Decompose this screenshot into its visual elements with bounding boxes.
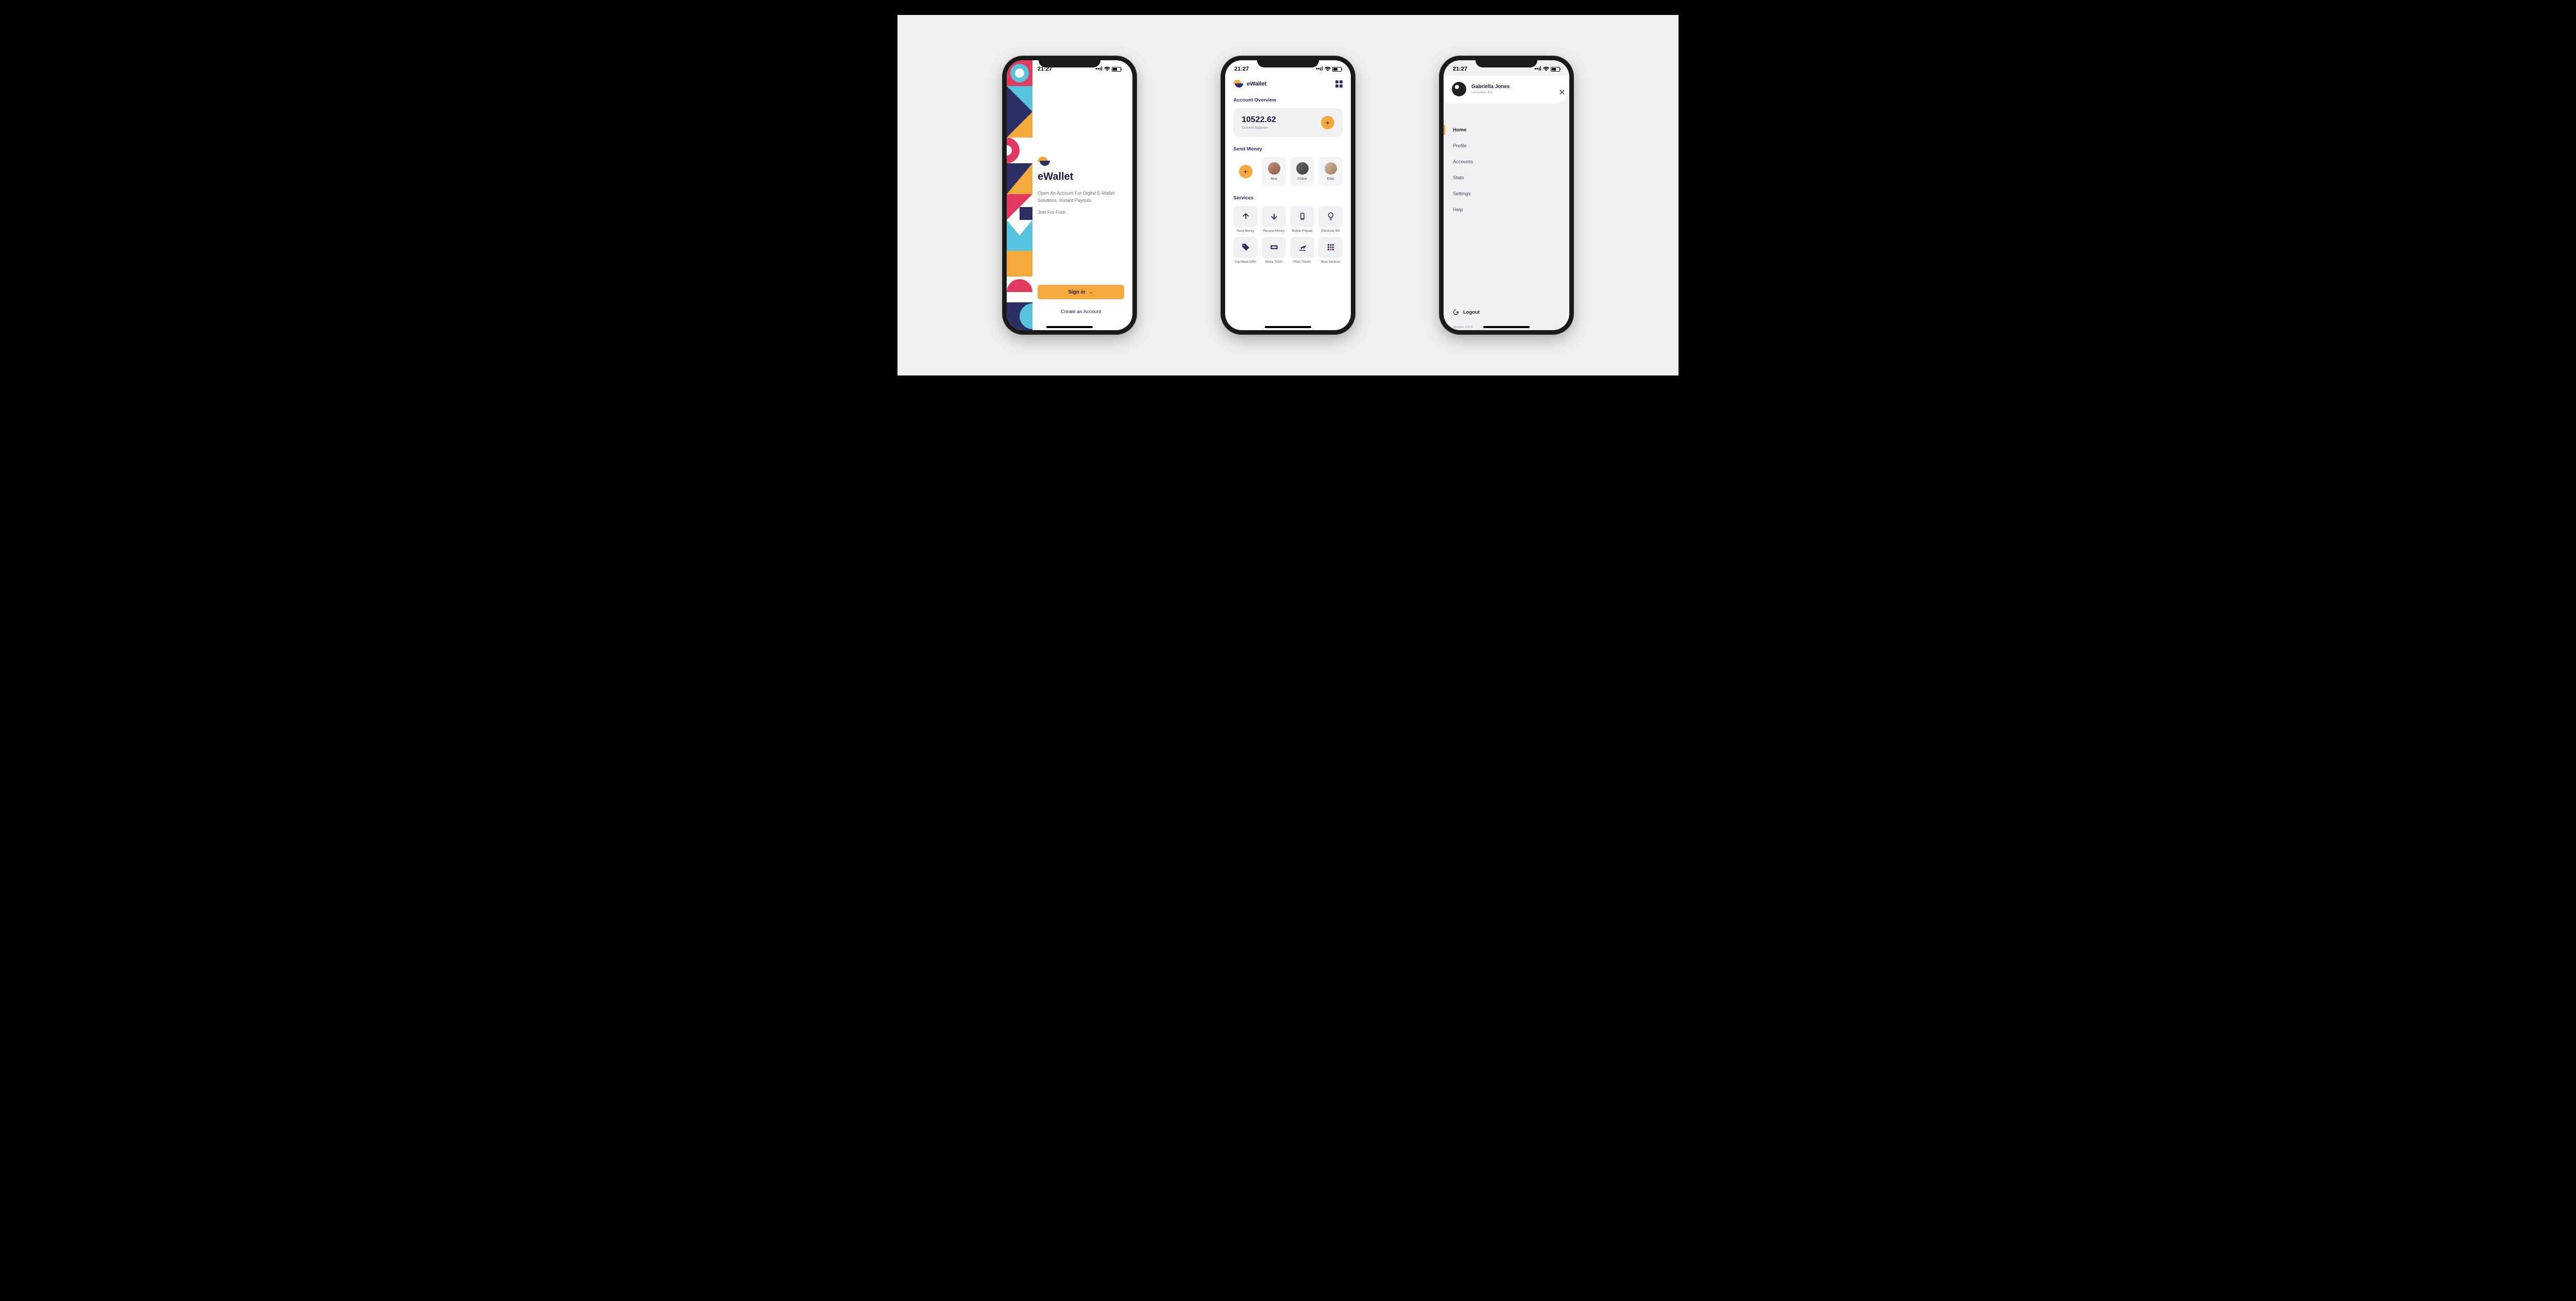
battery-icon	[1332, 67, 1342, 72]
bulb-icon	[1326, 212, 1335, 221]
close-icon	[1559, 89, 1565, 95]
service-flight-tickets[interactable]: Flickt Tickets	[1290, 237, 1314, 264]
services-title: Services	[1233, 195, 1343, 201]
contact-vickie[interactable]: Vickie	[1290, 157, 1314, 186]
signal-icon: ••ıl	[1095, 66, 1103, 72]
contact-name: Ana	[1270, 177, 1277, 181]
avatar	[1296, 162, 1309, 175]
close-button[interactable]	[1553, 83, 1569, 101]
service-mobile-prepaid[interactable]: Mobile Prepaid	[1290, 206, 1314, 233]
status-time: 21:27	[1234, 66, 1249, 72]
ewallet-logo	[1038, 157, 1049, 166]
grid-icon	[1326, 243, 1335, 252]
logout-button[interactable]: Logout	[1444, 309, 1569, 315]
contact-name: Ettie	[1327, 177, 1334, 181]
battery-icon	[1112, 67, 1121, 72]
contact-ana[interactable]: Ana	[1262, 157, 1286, 186]
balance-value: 10522.62	[1242, 115, 1276, 125]
signal-icon: ••ıl	[1534, 66, 1541, 72]
plus-icon: +	[1243, 167, 1247, 176]
menu-item-profile[interactable]: Profile	[1444, 138, 1569, 154]
signal-icon: ••ıl	[1316, 66, 1323, 72]
status-time: 21:27	[1453, 66, 1467, 72]
plus-button[interactable]: +	[1239, 165, 1252, 178]
landing-tagline: Open An Account For Digital E-Wallet Sol…	[1038, 190, 1115, 204]
brand-header: eWallet	[1233, 80, 1266, 88]
mockup-canvas: 21:27 ••ıl eWallet Open An Account For D…	[897, 15, 1679, 375]
wifi-icon	[1325, 66, 1331, 72]
menu-item-help[interactable]: Help	[1444, 202, 1569, 218]
arrow-up-icon	[1241, 212, 1250, 221]
menu-item-home[interactable]: Home	[1444, 122, 1569, 138]
landing-artwork	[1007, 60, 1032, 330]
profile-name: Gabriella Jones	[1471, 84, 1510, 90]
wifi-icon	[1543, 66, 1549, 72]
avatar	[1452, 82, 1466, 96]
service-cashback[interactable]: Cashback Offer	[1233, 237, 1258, 264]
phone-drawer: 21:27 ••ıl Gabriella Jones Louisiana, AO	[1439, 56, 1573, 334]
logout-icon	[1453, 309, 1459, 315]
service-send-money[interactable]: Send Money	[1233, 206, 1258, 233]
menu-grid-button[interactable]	[1335, 80, 1343, 88]
menu-item-accounts[interactable]: Accounts	[1444, 154, 1569, 170]
contact-ettie[interactable]: Ettie	[1318, 157, 1343, 186]
service-more[interactable]: More Services	[1318, 237, 1343, 264]
plane-icon	[1298, 243, 1307, 252]
landing-tagline-2: Join For Free.	[1038, 209, 1115, 216]
create-account-button[interactable]: Create an Account	[1038, 309, 1124, 315]
arrow-right-icon: →	[1089, 289, 1094, 295]
service-receive-money[interactable]: Receive Money	[1262, 206, 1286, 233]
signin-button[interactable]: Sign in →	[1038, 285, 1124, 299]
add-funds-button[interactable]: +	[1321, 116, 1334, 129]
menu-item-stats[interactable]: Stats	[1444, 170, 1569, 186]
landing-title: eWallet	[1038, 171, 1124, 183]
overview-title: Account Overview	[1233, 97, 1343, 103]
menu-item-settings[interactable]: Settings	[1444, 186, 1569, 202]
plus-icon: +	[1326, 118, 1330, 127]
ewallet-logo	[1233, 80, 1244, 88]
drawer-menu: Home Profile Accounts Stats Settings Hel…	[1444, 122, 1569, 218]
brand-name: eWallet	[1247, 81, 1266, 87]
phone-home: 21:27 ••ıl eWallet	[1221, 56, 1355, 334]
signin-label: Sign in	[1068, 289, 1085, 295]
profile-card: Gabriella Jones Louisiana, AO	[1444, 76, 1569, 104]
contact-name: Vickie	[1297, 177, 1307, 181]
phone-landing: 21:27 ••ıl eWallet Open An Account For D…	[1003, 56, 1137, 334]
arrow-down-icon	[1269, 212, 1279, 221]
avatar	[1325, 162, 1337, 175]
send-money-title: Send Money	[1233, 146, 1343, 152]
phone-icon	[1298, 212, 1307, 221]
wifi-icon	[1104, 66, 1110, 72]
overview-card: 10522.62 Current Balance +	[1233, 108, 1343, 137]
service-movie-ticket[interactable]: Movie Ticket	[1262, 237, 1286, 264]
battery-icon	[1551, 67, 1560, 72]
profile-location: Louisiana, AO	[1471, 91, 1510, 94]
add-contact-button[interactable]: +	[1233, 157, 1258, 186]
ticket-icon	[1269, 243, 1279, 252]
avatar	[1268, 162, 1280, 175]
balance-label: Current Balance	[1242, 126, 1276, 130]
service-electricity[interactable]: Electricity Bill	[1318, 206, 1343, 233]
tag-icon	[1241, 243, 1250, 252]
